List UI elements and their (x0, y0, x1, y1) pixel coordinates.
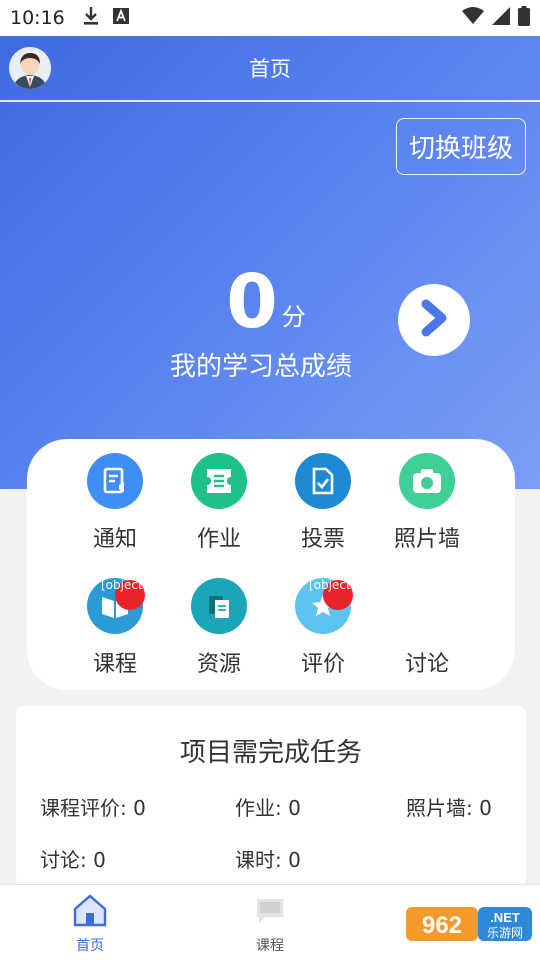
menu-label: 资源 (196, 652, 241, 677)
task-card: 项目需完成任务 课程评价: 0 作业: 0 照片墙: 0 讨论: 0 课时: 0 (16, 706, 526, 886)
menu-label: 照片墙 (393, 527, 460, 552)
menu-item-course[interactable]: [object Object] 课程 (63, 578, 167, 678)
tab-bar: 首页 课程 962 .NET 乐游网 (0, 884, 540, 960)
task-title: 项目需完成任务 (179, 738, 362, 768)
camera-icon (399, 453, 455, 509)
tab-home[interactable]: 首页 (50, 893, 130, 955)
badge-text: [object Object] (309, 578, 365, 592)
avatar[interactable] (9, 47, 51, 89)
status-bar: 10:16 (0, 0, 540, 36)
header: 首页 (0, 36, 540, 102)
menu-label: 作业 (196, 527, 241, 552)
task-stat-discussion: 讨论: 0 (40, 848, 106, 872)
score-unit: 分 (281, 303, 306, 331)
menu-item-evaluation[interactable]: [object Object] 评价 (271, 578, 375, 678)
course-book-icon: [object Object] (87, 578, 157, 634)
status-time: 10:16 (10, 7, 65, 29)
menu-item-discussion[interactable]: 讨论 (375, 578, 479, 678)
font-a-icon (112, 8, 129, 28)
badge-text: [object Object] (101, 578, 157, 592)
menu-label: 课程 (92, 652, 137, 677)
task-stat-photo-wall: 照片墙: 0 (406, 796, 492, 820)
tab-label: 首页 (76, 938, 104, 954)
svg-text:.NET: .NET (490, 910, 520, 925)
menu-label: 评价 (300, 652, 345, 677)
menu-item-resource[interactable]: 资源 (167, 578, 271, 678)
chat-icon (253, 899, 287, 931)
menu-item-vote[interactable]: 投票 (271, 453, 375, 553)
wifi-icon (462, 7, 484, 29)
battery-icon (518, 6, 530, 30)
evaluation-icon: [object Object] (295, 578, 365, 634)
watermark-logo: 962 .NET 乐游网 (404, 905, 534, 945)
resource-icon (191, 578, 247, 634)
score-detail-button[interactable] (398, 284, 470, 356)
task-stat-homework: 作业: 0 (235, 796, 301, 820)
menu-label: 通知 (92, 527, 137, 552)
score-label: 我的学习总成绩 (169, 352, 352, 382)
hero-panel: 首页 切换班级 0 分 我的学习总成绩 (0, 36, 540, 489)
discussion-icon (399, 578, 455, 634)
score-value: 0 (226, 259, 278, 345)
tab-course[interactable]: 课程 (230, 893, 310, 955)
switch-class-button[interactable]: 切换班级 (396, 118, 526, 175)
vote-icon (295, 453, 351, 509)
homework-icon (191, 453, 247, 509)
home-icon (71, 894, 109, 931)
svg-text:乐游网: 乐游网 (487, 926, 523, 940)
svg-text:962: 962 (422, 912, 462, 939)
signal-icon (492, 7, 510, 29)
status-icons-left (83, 6, 129, 30)
menu-label: 投票 (300, 527, 345, 552)
function-menu: 通知 作业 投票 照片墙 [object Object] 课程 资源 (27, 439, 515, 690)
task-stat-class-hours: 课时: 0 (235, 848, 301, 872)
download-icon (83, 6, 99, 30)
page-title: 首页 (249, 57, 291, 81)
notice-icon (87, 453, 143, 509)
tab-label: 课程 (256, 938, 284, 954)
chevron-right-icon (416, 298, 452, 342)
menu-item-notice[interactable]: 通知 (63, 453, 167, 553)
menu-item-photo-wall[interactable]: 照片墙 (375, 453, 479, 553)
status-icons-right (462, 6, 530, 30)
menu-item-homework[interactable]: 作业 (167, 453, 271, 553)
task-stat-course-evaluation: 课程评价: 0 (40, 796, 146, 820)
menu-label: 讨论 (404, 652, 449, 677)
